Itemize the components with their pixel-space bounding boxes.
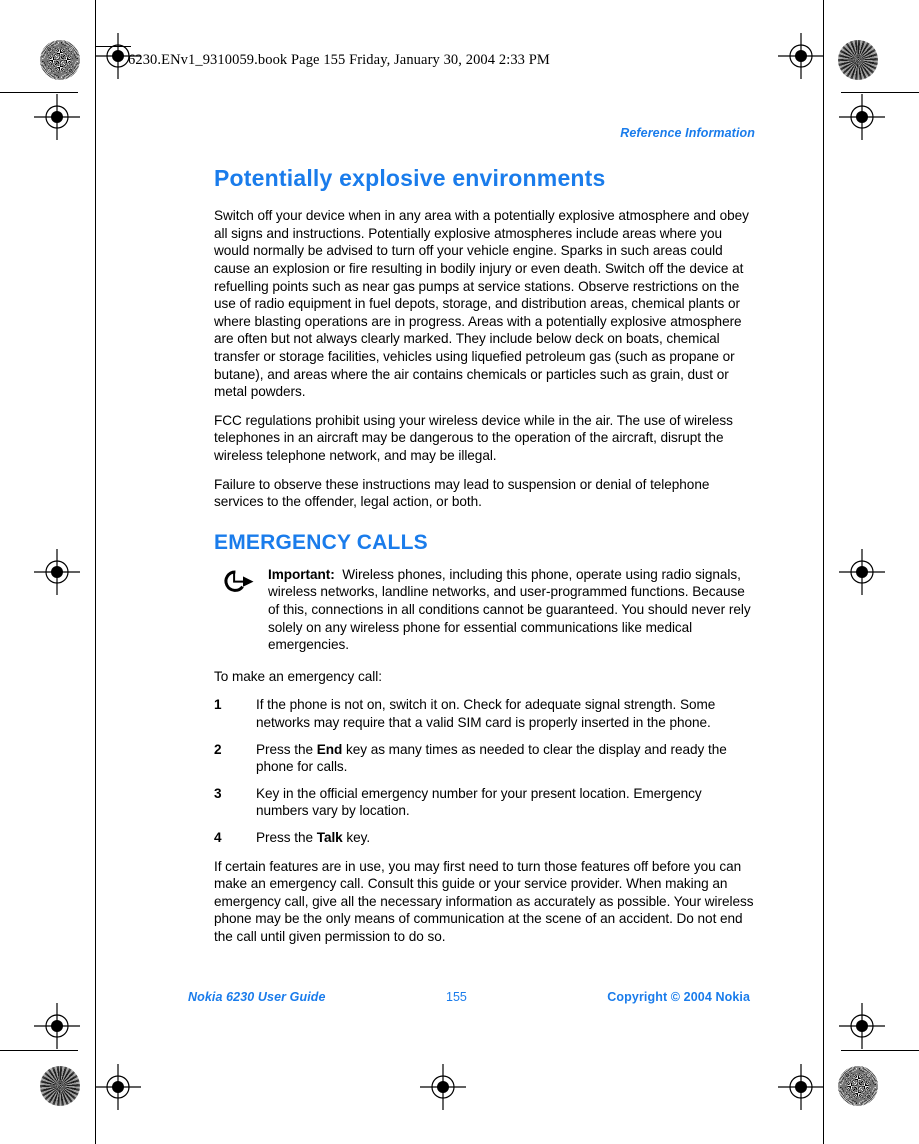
important-note: Important: Wireless phones, including th…: [214, 566, 755, 654]
paragraph-fcc: FCC regulations prohibit using your wire…: [214, 412, 733, 464]
paragraph-explosive-1: Switch off your device when in any area …: [214, 208, 749, 400]
emergency-step-text: Press the End key as many times as neede…: [256, 742, 727, 775]
emergency-step-item: 2 Press the End key as many times as need…: [214, 741, 755, 776]
registration-mark-top-right: [778, 33, 824, 79]
emergency-step-text: If the phone is not on, switch it on. Ch…: [256, 697, 715, 730]
footer-page-number: 155: [446, 990, 467, 1004]
emergency-step-text: Press the Talk key.: [256, 830, 370, 845]
registration-mark-left-lower: [34, 1003, 80, 1049]
trim-rule-header-left: [95, 46, 131, 47]
paragraph-failure: Failure to observe these instructions ma…: [214, 476, 710, 510]
registration-mark-right-lower: [839, 1003, 885, 1049]
emergency-step-number: 4: [214, 830, 222, 846]
emergency-step-key-name: End: [316, 741, 343, 757]
emergency-steps-list: 1 If the phone is not on, switch it on. C…: [214, 696, 755, 846]
color-rosette-bottom-left: [40, 1066, 80, 1106]
emergency-step-key-name: Talk: [316, 830, 343, 846]
registration-mark-left-middle: [34, 549, 80, 595]
trim-rule-bottom-left: [0, 1050, 78, 1051]
trim-rule-top-left: [0, 92, 78, 93]
emergency-step-text-run: key.: [342, 830, 371, 846]
important-note-label: Important:: [268, 566, 335, 582]
print-header-line: 6230.ENv1_9310059.book Page 155 Friday, …: [128, 52, 550, 68]
emergency-step-number: 3: [214, 785, 222, 801]
footer-copyright: Copyright © 2004 Nokia: [607, 990, 750, 1004]
registration-mark-right-middle: [839, 549, 885, 595]
emergency-step-text-run: Press the: [256, 741, 317, 757]
emergency-step-number: 2: [214, 741, 222, 757]
paragraph-closing: If certain features are in use, you may …: [214, 858, 754, 944]
section-title-emergency-calls: EMERGENCY CALLS: [214, 530, 428, 554]
print-page: 6230.ENv1_9310059.book Page 155 Friday, …: [0, 0, 919, 1144]
registration-mark-bottom-center: [420, 1064, 466, 1110]
emergency-step-item: 1 If the phone is not on, switch it on. C…: [214, 696, 755, 731]
registration-mark-left-upper: [34, 94, 80, 140]
trim-rule-top-right: [841, 92, 919, 93]
registration-mark-bottom-left: [95, 1064, 141, 1110]
color-rosette-top-left: [40, 40, 80, 80]
page-title: Potentially explosive environments: [214, 165, 606, 191]
registration-mark-bottom-right: [778, 1064, 824, 1110]
emergency-step-item: 4 Press the Talk key.: [214, 829, 755, 847]
emergency-step-text-run: If the phone is not on, switch it on. Ch…: [256, 697, 716, 731]
page-content: Reference Information Potentially explos…: [214, 126, 755, 946]
page-footer: Nokia 6230 User Guide 155 Copyright © 20…: [188, 990, 750, 1004]
emergency-step-text-run: Press the: [256, 830, 317, 846]
color-rosette-top-right: [838, 40, 878, 80]
emergency-step-text-run: Key in the official emergency number for…: [256, 785, 702, 819]
footer-guide-title: Nokia 6230 User Guide: [188, 990, 326, 1004]
running-head: Reference Information: [620, 126, 755, 140]
steps-intro: To make an emergency call:: [214, 668, 382, 684]
trim-line-left: [95, 0, 96, 1144]
important-note-body: Important: Wireless phones, including th…: [268, 566, 755, 654]
emergency-step-number: 1: [214, 697, 222, 713]
trim-rule-bottom-right: [841, 1050, 919, 1051]
color-rosette-bottom-right: [838, 1066, 878, 1106]
important-arrow-icon: [222, 566, 256, 599]
trim-line-right: [823, 0, 824, 1144]
emergency-step-item: 3 Key in the official emergency number fo…: [214, 785, 755, 820]
emergency-step-text: Key in the official emergency number for…: [256, 786, 702, 819]
registration-mark-right-upper: [839, 94, 885, 140]
